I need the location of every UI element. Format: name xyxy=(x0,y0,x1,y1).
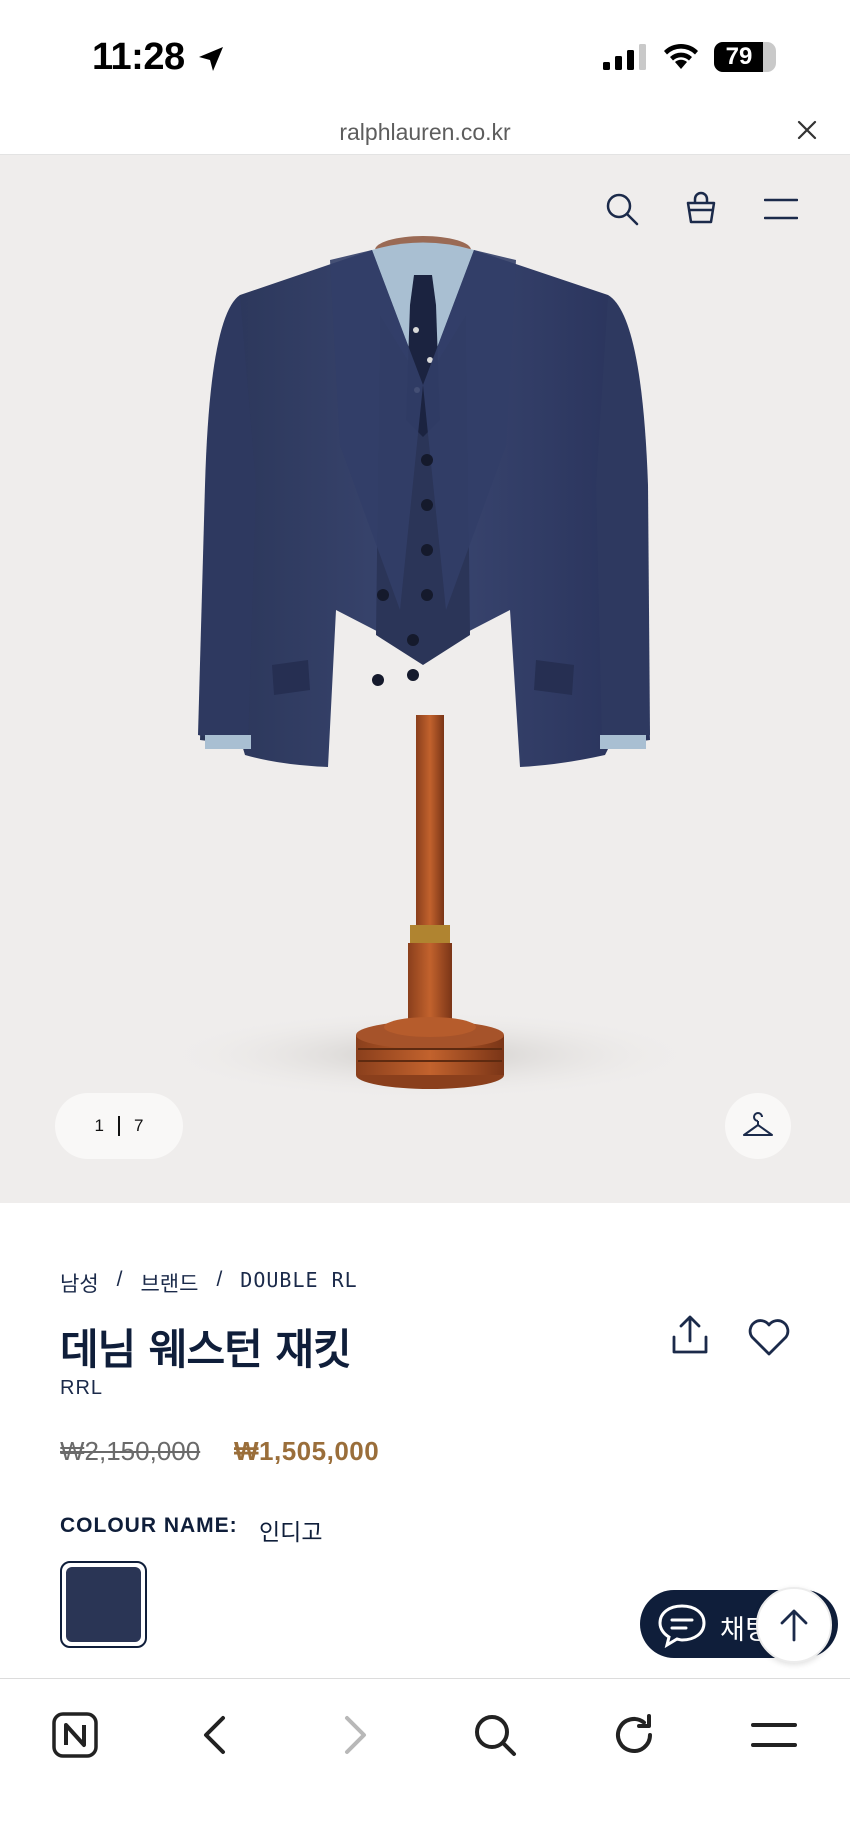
breadcrumb-double-rl[interactable]: DOUBLE RL xyxy=(240,1268,357,1298)
search-icon[interactable] xyxy=(604,191,640,227)
forward-button[interactable] xyxy=(324,1703,388,1767)
scroll-top-button[interactable] xyxy=(756,1587,832,1663)
url-text[interactable]: ralphlauren.co.kr xyxy=(0,119,850,146)
cellular-signal-icon xyxy=(603,44,646,70)
back-button[interactable] xyxy=(182,1703,246,1767)
breadcrumb-separator: / xyxy=(216,1268,223,1291)
breadcrumb-brand[interactable]: 브랜드 xyxy=(140,1268,198,1298)
shopping-bag-icon[interactable] xyxy=(685,191,717,225)
pager-total: 7 xyxy=(134,1116,144,1135)
product-title: 데님 웨스턴 재킷 xyxy=(60,1325,352,1374)
browser-bottom-bar xyxy=(0,1678,850,1842)
colour-swatch-indigo[interactable] xyxy=(60,1561,147,1648)
status-time: 11:28 xyxy=(92,36,185,78)
naver-home-button[interactable] xyxy=(43,1703,107,1767)
browser-menu-button[interactable] xyxy=(742,1703,806,1767)
refresh-button[interactable] xyxy=(602,1703,666,1767)
product-brand: RRL xyxy=(60,1377,104,1399)
forward-icon xyxy=(345,1716,366,1754)
search-icon xyxy=(475,1715,516,1756)
search-button[interactable] xyxy=(463,1703,527,1767)
swatch-color xyxy=(66,1567,141,1642)
location-arrow-icon xyxy=(199,47,223,71)
pager-separator xyxy=(118,1116,120,1136)
arrow-up-icon xyxy=(780,1609,808,1642)
browser-url-bar[interactable]: ralphlauren.co.kr xyxy=(0,105,850,155)
colour-name-label: COLOUR NAME: xyxy=(60,1514,238,1537)
back-icon xyxy=(204,1716,225,1754)
status-bar: 11:28 79 xyxy=(0,0,850,105)
refresh-icon xyxy=(616,1714,652,1753)
share-icon[interactable] xyxy=(668,1313,712,1357)
image-pager: 1 7 xyxy=(55,1093,183,1159)
wishlist-heart-icon[interactable] xyxy=(747,1317,791,1357)
hanger-button[interactable] xyxy=(725,1093,791,1159)
pager-current: 1 xyxy=(94,1116,104,1135)
chat-bubble-icon xyxy=(658,1604,706,1648)
battery-percent: 79 xyxy=(725,43,753,70)
product-image-jacket-on-mannequin[interactable] xyxy=(0,155,850,1203)
battery-icon: 79 xyxy=(714,42,776,72)
sale-price: ₩1,505,000 xyxy=(234,1436,380,1466)
breadcrumb-separator: / xyxy=(116,1268,123,1291)
product-gallery[interactable]: 1 7 xyxy=(0,155,850,1203)
menu-icon xyxy=(751,1723,797,1747)
colour-name-value: 인디고 xyxy=(259,1519,323,1545)
menu-icon[interactable] xyxy=(764,197,798,221)
naver-home-icon xyxy=(52,1712,98,1758)
breadcrumb: 남성 / 브랜드 / DOUBLE RL xyxy=(60,1268,358,1298)
wifi-icon xyxy=(664,43,698,69)
breadcrumb-men[interactable]: 남성 xyxy=(60,1268,99,1298)
hanger-icon xyxy=(743,1112,773,1136)
original-price: ₩2,150,000 xyxy=(60,1436,201,1466)
close-icon[interactable] xyxy=(796,119,818,141)
